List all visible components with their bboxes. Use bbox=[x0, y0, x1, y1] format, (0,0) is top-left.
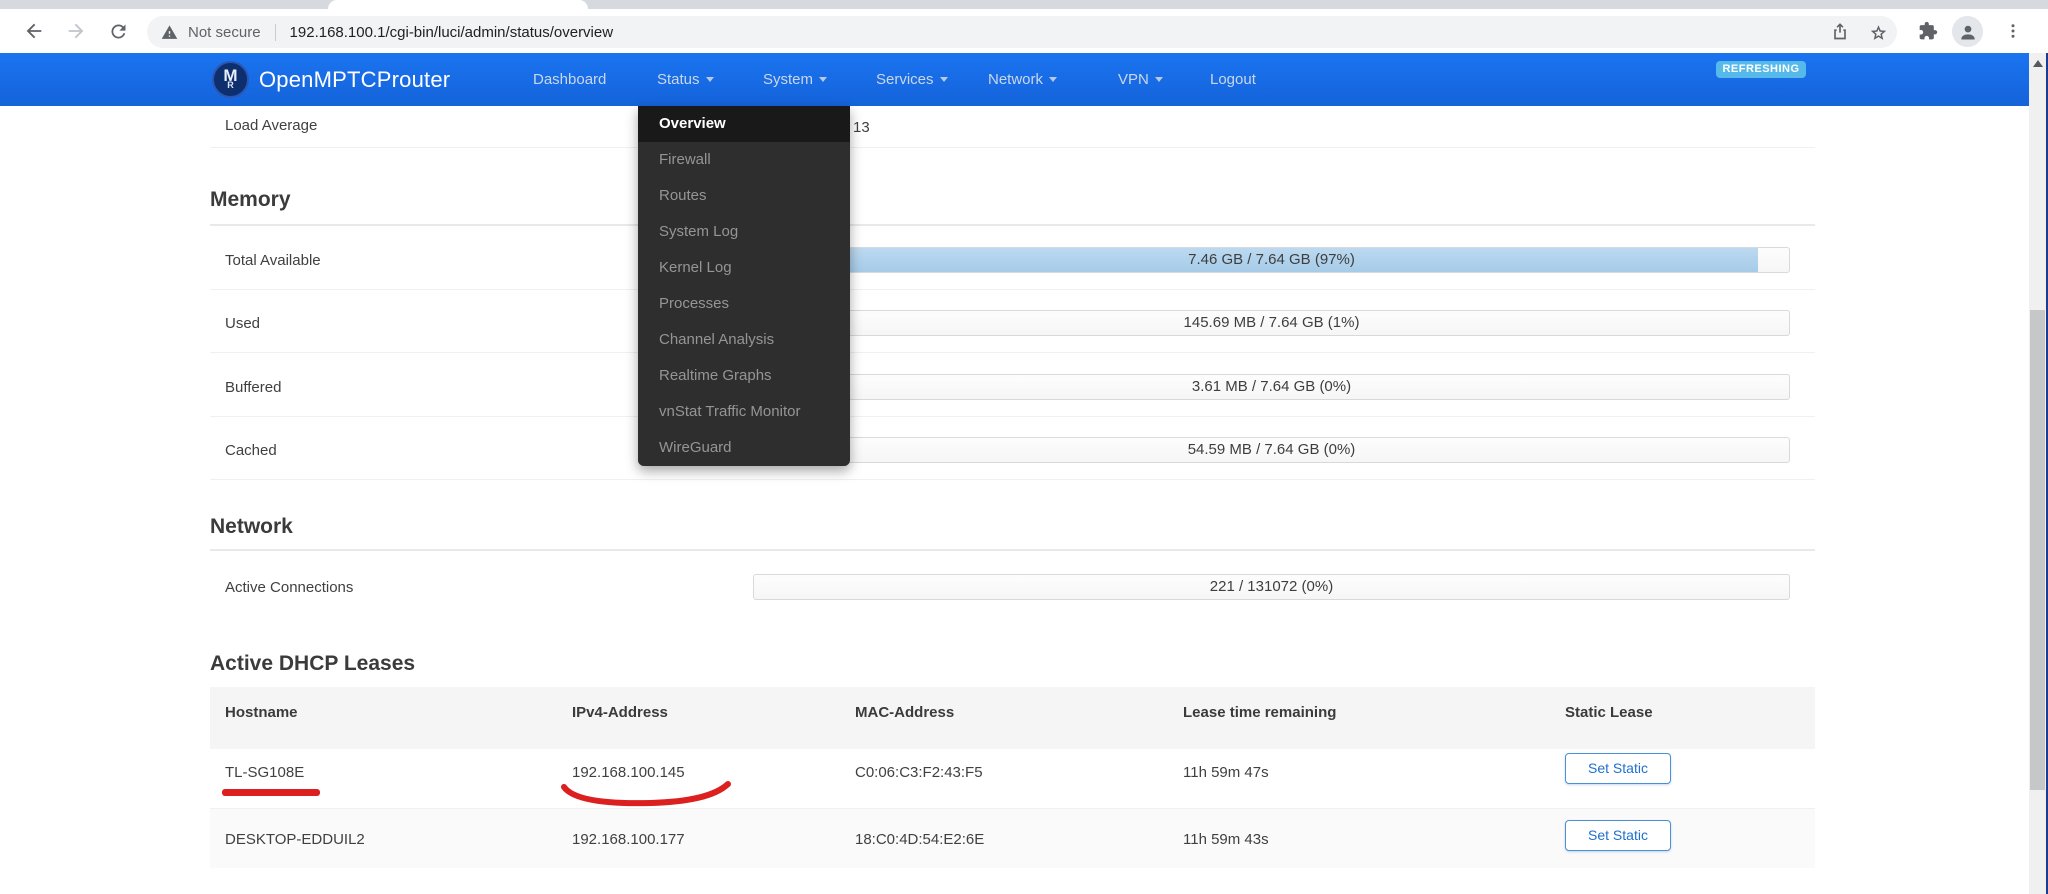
security-label[interactable]: Not secure bbox=[188, 24, 261, 41]
chevron-down-icon bbox=[1049, 77, 1058, 82]
memory-row-label: Cached bbox=[225, 442, 277, 459]
progress-value: 3.61 MB / 7.64 GB (0%) bbox=[1191, 378, 1352, 395]
progress-value: 54.59 MB / 7.64 GB (0%) bbox=[1187, 441, 1356, 458]
url-separator bbox=[274, 23, 276, 41]
column-header-hostname: Hostname bbox=[225, 704, 298, 721]
row-divider bbox=[210, 416, 1815, 417]
scrollbar-up-arrow-icon[interactable] bbox=[2033, 60, 2043, 67]
status-dropdown-menu: Overview Firewall Routes System Log Kern… bbox=[638, 106, 850, 466]
chevron-down-icon bbox=[819, 77, 828, 82]
memory-row-label: Buffered bbox=[225, 379, 282, 396]
forward-icon[interactable] bbox=[62, 17, 90, 45]
progress-value: 7.46 GB / 7.64 GB (97%) bbox=[1188, 251, 1355, 268]
not-secure-warning-icon[interactable] bbox=[161, 24, 178, 41]
bookmark-star-icon[interactable] bbox=[1864, 17, 1892, 45]
section-divider bbox=[210, 549, 1815, 551]
active-tab[interactable] bbox=[328, 0, 588, 9]
refreshing-badge: REFRESHING bbox=[1716, 61, 1806, 78]
reload-icon[interactable] bbox=[104, 17, 132, 45]
menu-item-vnstat-traffic-monitor[interactable]: vnStat Traffic Monitor bbox=[638, 394, 850, 430]
tab-strip bbox=[0, 0, 2048, 9]
share-icon[interactable] bbox=[1826, 17, 1854, 45]
lease-mac: C0:06:C3:F2:43:F5 bbox=[855, 764, 983, 781]
scrollbar-thumb[interactable] bbox=[2030, 310, 2045, 790]
nav-item-status[interactable]: Status bbox=[657, 71, 714, 88]
progress-value: 145.69 MB / 7.64 GB (1%) bbox=[1183, 314, 1360, 331]
chevron-down-icon bbox=[1154, 77, 1163, 82]
brand-title[interactable]: OpenMPTCProuter bbox=[259, 67, 450, 93]
active-connections-bar: 221 / 131072 (0%) bbox=[753, 574, 1790, 600]
url-bar[interactable]: Not secure 192.168.100.1/cgi-bin/luci/ad… bbox=[147, 16, 1897, 48]
row-divider bbox=[210, 147, 1815, 148]
browser-menu-icon[interactable] bbox=[1999, 17, 2027, 45]
menu-item-kernel-log[interactable]: Kernel Log bbox=[638, 250, 850, 286]
openmptcprouter-logo[interactable]: M R bbox=[212, 61, 249, 98]
menu-item-wireguard[interactable]: WireGuard bbox=[638, 430, 850, 466]
column-header-static-lease: Static Lease bbox=[1565, 704, 1653, 721]
menu-item-system-log[interactable]: System Log bbox=[638, 214, 850, 250]
memory-cached-bar: 54.59 MB / 7.64 GB (0%) bbox=[753, 437, 1790, 463]
nav-item-network[interactable]: Network bbox=[988, 71, 1058, 88]
menu-item-routes[interactable]: Routes bbox=[638, 178, 850, 214]
lease-mac: 18:C0:4D:54:E2:6E bbox=[855, 831, 985, 848]
set-static-button[interactable]: Set Static bbox=[1565, 820, 1671, 851]
row-divider bbox=[210, 289, 1815, 290]
section-divider bbox=[210, 224, 1815, 226]
row-divider bbox=[210, 479, 1815, 480]
url-text[interactable]: 192.168.100.1/cgi-bin/luci/admin/status/… bbox=[290, 24, 614, 41]
menu-item-realtime-graphs[interactable]: Realtime Graphs bbox=[638, 358, 850, 394]
column-header-ipv4: IPv4-Address bbox=[572, 704, 668, 721]
chevron-down-icon bbox=[705, 77, 714, 82]
column-header-mac: MAC-Address bbox=[855, 704, 955, 721]
menu-item-channel-analysis[interactable]: Channel Analysis bbox=[638, 322, 850, 358]
annotation-underline-hostname bbox=[222, 789, 320, 796]
chevron-down-icon bbox=[939, 77, 948, 82]
nav-item-system[interactable]: System bbox=[763, 71, 828, 88]
menu-item-processes[interactable]: Processes bbox=[638, 286, 850, 322]
nav-item-logout[interactable]: Logout bbox=[1210, 71, 1256, 88]
menu-item-firewall[interactable]: Firewall bbox=[638, 142, 850, 178]
set-static-button[interactable]: Set Static bbox=[1565, 753, 1671, 784]
lease-time: 11h 59m 43s bbox=[1183, 831, 1269, 848]
load-average-label: Load Average bbox=[225, 117, 318, 134]
memory-buffered-bar: 3.61 MB / 7.64 GB (0%) bbox=[753, 374, 1790, 400]
logo-letter-r: R bbox=[227, 80, 234, 90]
back-icon[interactable] bbox=[20, 17, 48, 45]
network-heading: Network bbox=[210, 515, 293, 538]
profile-avatar[interactable] bbox=[1952, 16, 1983, 47]
memory-row-label: Used bbox=[225, 315, 261, 332]
memory-used-bar: 145.69 MB / 7.64 GB (1%) bbox=[753, 310, 1790, 336]
column-header-lease-time: Lease time remaining bbox=[1183, 704, 1337, 721]
extensions-icon[interactable] bbox=[1914, 17, 1942, 45]
memory-row-label: Total Available bbox=[225, 252, 321, 269]
active-connections-label: Active Connections bbox=[225, 579, 354, 596]
menu-item-overview[interactable]: Overview bbox=[638, 106, 850, 142]
lease-hostname: DESKTOP-EDDUIL2 bbox=[225, 831, 365, 848]
annotation-underline-ip bbox=[561, 781, 731, 807]
lease-ip: 192.168.100.177 bbox=[572, 831, 685, 848]
screen: Not secure 192.168.100.1/cgi-bin/luci/ad… bbox=[0, 0, 2048, 894]
progress-value: 221 / 131072 (0%) bbox=[1209, 578, 1334, 595]
row-divider bbox=[210, 352, 1815, 353]
lease-time: 11h 59m 47s bbox=[1183, 764, 1269, 781]
nav-item-services[interactable]: Services bbox=[876, 71, 948, 88]
load-average-value-fragment: 13 bbox=[853, 119, 870, 136]
lease-hostname: TL-SG108E bbox=[225, 764, 305, 781]
memory-heading: Memory bbox=[210, 188, 291, 211]
nav-item-dashboard[interactable]: Dashboard bbox=[533, 71, 606, 88]
memory-total-available-bar: 7.46 GB / 7.64 GB (97%) bbox=[753, 247, 1790, 273]
dhcp-leases-heading: Active DHCP Leases bbox=[210, 652, 416, 675]
nav-item-vpn[interactable]: VPN bbox=[1118, 71, 1163, 88]
